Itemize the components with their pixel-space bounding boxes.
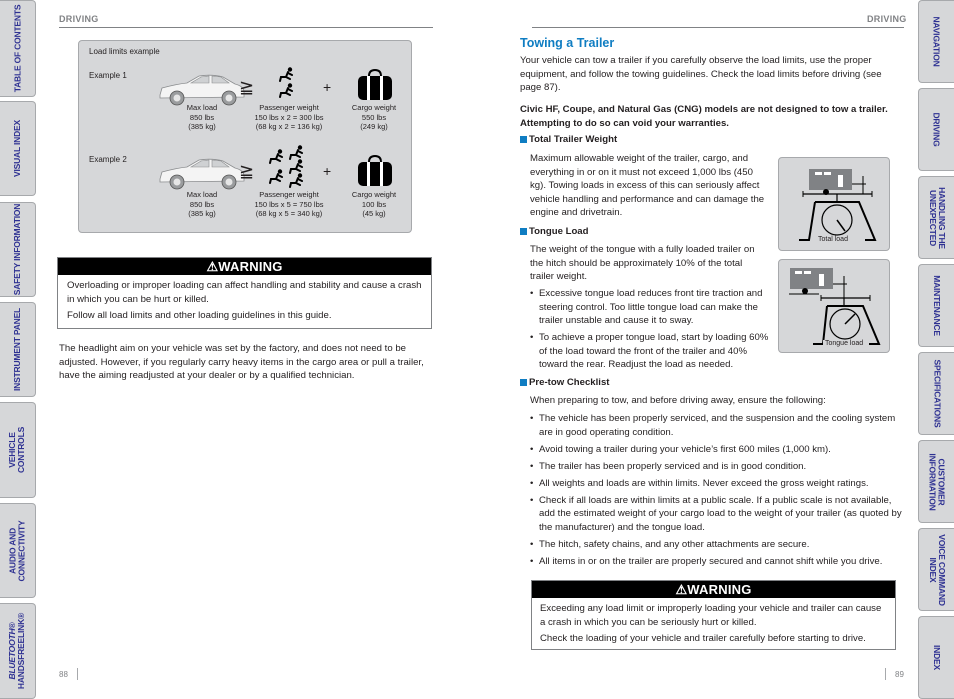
tab-index[interactable]: INDEX xyxy=(918,616,954,699)
cargo-weight-caption: Cargo weight 100 lbs (45 kg) xyxy=(351,190,397,218)
tab-label: INDEX xyxy=(931,645,942,670)
tab-vehicle-controls[interactable]: VEHICLE CONTROLS xyxy=(0,402,36,498)
plus-symbol: + xyxy=(323,79,332,95)
tongue-load-caption: Tongue load xyxy=(823,340,866,347)
tab-audio-and-connectivity[interactable]: AUDIO AND CONNECTIVITY xyxy=(0,503,36,598)
tab-voice-command-index[interactable]: VOICE COMMAND INDEX xyxy=(918,528,954,611)
greater-equal-symbol: ≧ xyxy=(239,77,255,97)
passenger-icon xyxy=(289,173,305,191)
towing-notice: Civic HF, Coupe, and Natural Gas (CNG) m… xyxy=(520,104,888,129)
tab-label: DRIVING xyxy=(932,112,942,147)
tab-label: TABLE OF CONTENTS xyxy=(12,4,23,93)
tab-label: VISUAL INDEX xyxy=(12,120,22,177)
passenger-icon xyxy=(279,83,295,101)
page-number-divider xyxy=(885,668,886,680)
towing-intro: Your vehicle can tow a trailer if you ca… xyxy=(520,55,882,93)
total-load-caption: Total load xyxy=(816,236,850,243)
list-item: Check if all loads are within limits at … xyxy=(530,494,905,535)
tab-label: VOICE COMMAND INDEX xyxy=(927,533,947,606)
list-item: Excessive tongue load reduces front tire… xyxy=(530,287,770,328)
list-item: To achieve a proper tongue load, start b… xyxy=(530,331,770,372)
tab-label: INSTRUMENT PANEL xyxy=(12,307,22,392)
passenger-icon xyxy=(269,149,285,167)
greater-equal-symbol: ≧ xyxy=(239,161,255,181)
page-title: Towing a Trailer xyxy=(520,36,615,50)
luggage-icon xyxy=(358,69,392,100)
example-2-label: Example 2 xyxy=(89,155,127,164)
max-load-caption: Max load 850 lbs (385 kg) xyxy=(186,190,218,218)
right-header-rule xyxy=(532,27,904,28)
tab-navigation[interactable]: NAVIGATION xyxy=(918,0,954,83)
warning-title: ⚠WARNING xyxy=(532,581,895,598)
passenger-weight-caption: Passenger weight 150 lbs x 2 = 300 lbs (… xyxy=(254,103,324,131)
tab-label: SAFETY INFORMATION xyxy=(12,203,23,296)
heading-text: Pre-tow Checklist xyxy=(529,377,610,388)
tab-driving[interactable]: DRIVING xyxy=(918,88,954,171)
tab-label: HANDLING THE UNEXPECTED xyxy=(927,186,947,249)
tongue-load-figure: Tongue load xyxy=(778,259,890,353)
tab-table-of-contents[interactable]: TABLE OF CONTENTS xyxy=(0,0,36,97)
heading-text: Tongue Load xyxy=(529,226,589,237)
right-warning-box: ⚠WARNING Exceeding any load limit or imp… xyxy=(531,580,896,650)
passenger-weight-caption: Passenger weight 150 lbs x 5 = 750 lbs (… xyxy=(254,190,324,218)
load-limits-figure: Load limits example Example 1 ≧ + Max lo… xyxy=(78,40,412,233)
tab-label: VEHICLE CONTROLS xyxy=(7,426,27,474)
tab-specifications[interactable]: SPECIFICATIONS xyxy=(918,352,954,435)
warning-text: Overloading or improper loading can affe… xyxy=(67,280,422,305)
left-section-header: DRIVING xyxy=(59,14,99,24)
right-section-header: DRIVING xyxy=(867,14,907,24)
section-heading-total-trailer-weight: Total Trailer Weight xyxy=(520,134,617,145)
list-item: Avoid towing a trailer during your vehic… xyxy=(530,443,905,457)
list-item: The hitch, safety chains, and any other … xyxy=(530,538,905,552)
passenger-icon xyxy=(269,169,285,187)
tab-label: AUDIO AND CONNECTIVITY xyxy=(7,520,27,581)
list-item: All items in or on the trailer are prope… xyxy=(530,555,905,569)
figure-title: Load limits example xyxy=(89,47,160,56)
left-warning-box: ⚠WARNING Overloading or improper loading… xyxy=(57,257,432,329)
headlight-paragraph: The headlight aim on your vehicle was se… xyxy=(59,343,424,381)
cargo-weight-caption: Cargo weight 550 lbs (249 kg) xyxy=(351,103,397,131)
list-item: The vehicle has been properly serviced, … xyxy=(530,412,905,439)
heading-text: Total Trailer Weight xyxy=(529,134,618,145)
tab-maintenance[interactable]: MAINTENANCE xyxy=(918,264,954,347)
tab-label: MAINTENANCE xyxy=(932,275,943,336)
example-1-label: Example 1 xyxy=(89,71,127,80)
tab-customer-information[interactable]: CUSTOMER INFORMATION xyxy=(918,440,954,523)
tongue-load-text: The weight of the tongue with a fully lo… xyxy=(530,244,755,282)
tab-safety-information[interactable]: SAFETY INFORMATION xyxy=(0,202,36,297)
bullet-square-icon xyxy=(520,379,527,386)
warning-text: Follow all load limits and other loading… xyxy=(67,310,332,321)
car-icon xyxy=(159,74,245,106)
list-item: All weights and loads are within limits.… xyxy=(530,477,905,491)
page-number-divider xyxy=(77,668,78,680)
tab-label: BLUETOOTH® HANDSFREELINK® xyxy=(7,612,27,690)
tab-bluetooth-handsfreelink[interactable]: BLUETOOTH® HANDSFREELINK® xyxy=(0,603,36,699)
luggage-icon xyxy=(358,155,392,186)
car-icon xyxy=(159,158,245,190)
tab-visual-index[interactable]: VISUAL INDEX xyxy=(0,101,36,196)
tab-label: CUSTOMER INFORMATION xyxy=(927,452,947,511)
tongue-load-bullets: Excessive tongue load reduces front tire… xyxy=(530,287,770,375)
total-load-figure: Total load xyxy=(778,157,890,251)
page-number-left: 88 xyxy=(59,670,68,679)
pretow-checklist: The vehicle has been properly serviced, … xyxy=(530,412,905,572)
tab-instrument-panel[interactable]: INSTRUMENT PANEL xyxy=(0,302,36,397)
page-number-right: 89 xyxy=(895,670,904,679)
bullet-square-icon xyxy=(520,228,527,235)
warning-title: ⚠WARNING xyxy=(58,258,431,275)
max-load-caption: Max load 850 lbs (385 kg) xyxy=(186,103,218,131)
warning-text: Exceeding any load limit or improperly l… xyxy=(540,603,882,628)
warning-text: Check the loading of your vehicle and tr… xyxy=(540,633,866,644)
left-header-rule xyxy=(59,27,433,28)
list-item: The trailer has been properly serviced a… xyxy=(530,460,905,474)
section-heading-tongue-load: Tongue Load xyxy=(520,226,589,237)
tab-handling-the-unexpected[interactable]: HANDLING THE UNEXPECTED xyxy=(918,176,954,259)
section-heading-pretow-checklist: Pre-tow Checklist xyxy=(520,377,610,388)
bullet-square-icon xyxy=(520,136,527,143)
tab-label: NAVIGATION xyxy=(932,16,943,67)
pretow-intro: When preparing to tow, and before drivin… xyxy=(530,395,826,406)
total-weight-text: Maximum allowable weight of the trailer,… xyxy=(530,153,765,218)
tab-label: SPECIFICATIONS xyxy=(932,359,943,428)
plus-symbol: + xyxy=(323,163,332,179)
